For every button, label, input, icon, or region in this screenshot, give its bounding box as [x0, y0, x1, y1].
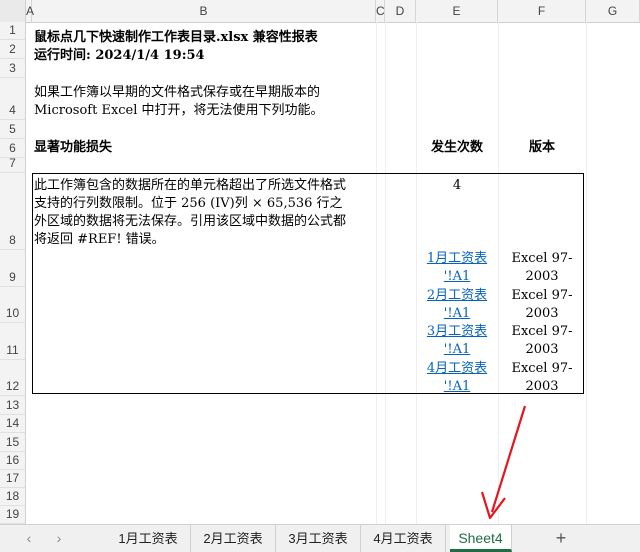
row-header[interactable]: 16 [0, 452, 26, 470]
scroll-tabs-right-icon[interactable]: › [48, 528, 70, 548]
sheet-link-4[interactable]: 4月工资表 [416, 360, 498, 378]
intro-line-2[interactable]: Microsoft Excel 中打开，将无法使用下列功能。 [34, 102, 324, 120]
version-value[interactable]: 2003 [498, 268, 586, 286]
row-header[interactable]: 19 [0, 506, 26, 524]
column-header-b[interactable]: B [32, 0, 376, 22]
tab-sheet-3[interactable]: 3月工资表 [276, 525, 361, 552]
row-header[interactable]: 13 [0, 396, 26, 415]
version-value[interactable]: 2003 [498, 305, 586, 323]
row-header[interactable]: 7 [0, 156, 26, 173]
issue-count[interactable]: 4 [416, 177, 498, 195]
occurrences-header[interactable]: 发生次数 [416, 139, 498, 157]
version-value[interactable]: 2003 [498, 341, 586, 359]
row-header[interactable]: 9 [0, 250, 26, 287]
row-header[interactable]: 1 [0, 22, 26, 40]
issue-description-line[interactable]: 将返回 #REF! 错误。 [34, 231, 165, 249]
issue-description-line[interactable]: 外区域的数据将无法保存。引用该区域中数据的公式都 [34, 213, 346, 231]
column-header-g[interactable]: G [586, 0, 640, 22]
column-header-e[interactable]: E [416, 0, 498, 22]
tab-sheet-4[interactable]: 4月工资表 [361, 525, 446, 552]
column-header-d[interactable]: D [385, 0, 416, 22]
add-sheet-button[interactable]: + [548, 525, 574, 552]
intro-line-1[interactable]: 如果工作簿以早期的文件格式保存或在早期版本的 [34, 84, 320, 102]
version-header[interactable]: 版本 [498, 139, 586, 157]
version-value[interactable]: Excel 97- [498, 250, 586, 268]
sheet-link-3-cell[interactable]: '!A1 [416, 341, 498, 359]
sheet-link-4-cell[interactable]: '!A1 [416, 378, 498, 396]
version-value[interactable]: 2003 [498, 378, 586, 396]
version-value[interactable]: Excel 97- [498, 360, 586, 378]
sheet-link-3[interactable]: 3月工资表 [416, 323, 498, 341]
row-header[interactable]: 12 [0, 360, 26, 396]
row-header[interactable]: 14 [0, 415, 26, 433]
select-all-corner[interactable] [0, 0, 26, 22]
sheet-link-2[interactable]: 2月工资表 [416, 287, 498, 305]
version-value[interactable]: Excel 97- [498, 323, 586, 341]
sheet-link-2-cell[interactable]: '!A1 [416, 305, 498, 323]
section-heading[interactable]: 显著功能损失 [34, 139, 112, 157]
row-header[interactable]: 2 [0, 40, 26, 59]
report-title[interactable]: 鼠标点几下快速制作工作表目录.xlsx 兼容性报表 [34, 29, 318, 47]
row-header[interactable]: 11 [0, 323, 26, 360]
runtime-text[interactable]: 运行时间: 2024/1/4 19:54 [34, 47, 205, 65]
row-header[interactable]: 10 [0, 287, 26, 323]
row-header[interactable]: 17 [0, 470, 26, 488]
row-header[interactable]: 5 [0, 120, 26, 139]
column-header-f[interactable]: F [498, 0, 586, 22]
tab-sheet4-active[interactable]: Sheet4 [450, 525, 512, 552]
version-value[interactable]: Excel 97- [498, 287, 586, 305]
row-header[interactable]: 18 [0, 488, 26, 506]
sheet-link-1[interactable]: 1月工资表 [416, 250, 498, 268]
gridline [586, 22, 587, 524]
scroll-tabs-left-icon[interactable]: ‹ [18, 528, 40, 548]
row-header[interactable]: 8 [0, 173, 26, 250]
spreadsheet-grid[interactable]: A B C D E F G 1 2 3 4 5 6 7 8 9 10 11 12… [0, 0, 640, 524]
issue-description-line[interactable]: 支持的行列数限制。位于 256 (IV)列 × 65,536 行之 [34, 195, 343, 213]
tab-sheet-2[interactable]: 2月工资表 [191, 525, 276, 552]
row-header[interactable]: 15 [0, 433, 26, 452]
issue-description-line[interactable]: 此工作簿包含的数据所在的单元格超出了所选文件格式 [34, 177, 346, 195]
sheet-link-1-cell[interactable]: '!A1 [416, 268, 498, 286]
row-header[interactable]: 4 [0, 78, 26, 120]
column-header-c[interactable]: C [376, 0, 385, 22]
tab-sheet-1[interactable]: 1月工资表 [106, 525, 191, 552]
sheet-tab-bar: ‹ › 1月工资表 2月工资表 3月工资表 4月工资表 Sheet4 + [0, 524, 640, 552]
annotation-arrow-icon [480, 405, 527, 520]
row-header[interactable]: 3 [0, 59, 26, 78]
